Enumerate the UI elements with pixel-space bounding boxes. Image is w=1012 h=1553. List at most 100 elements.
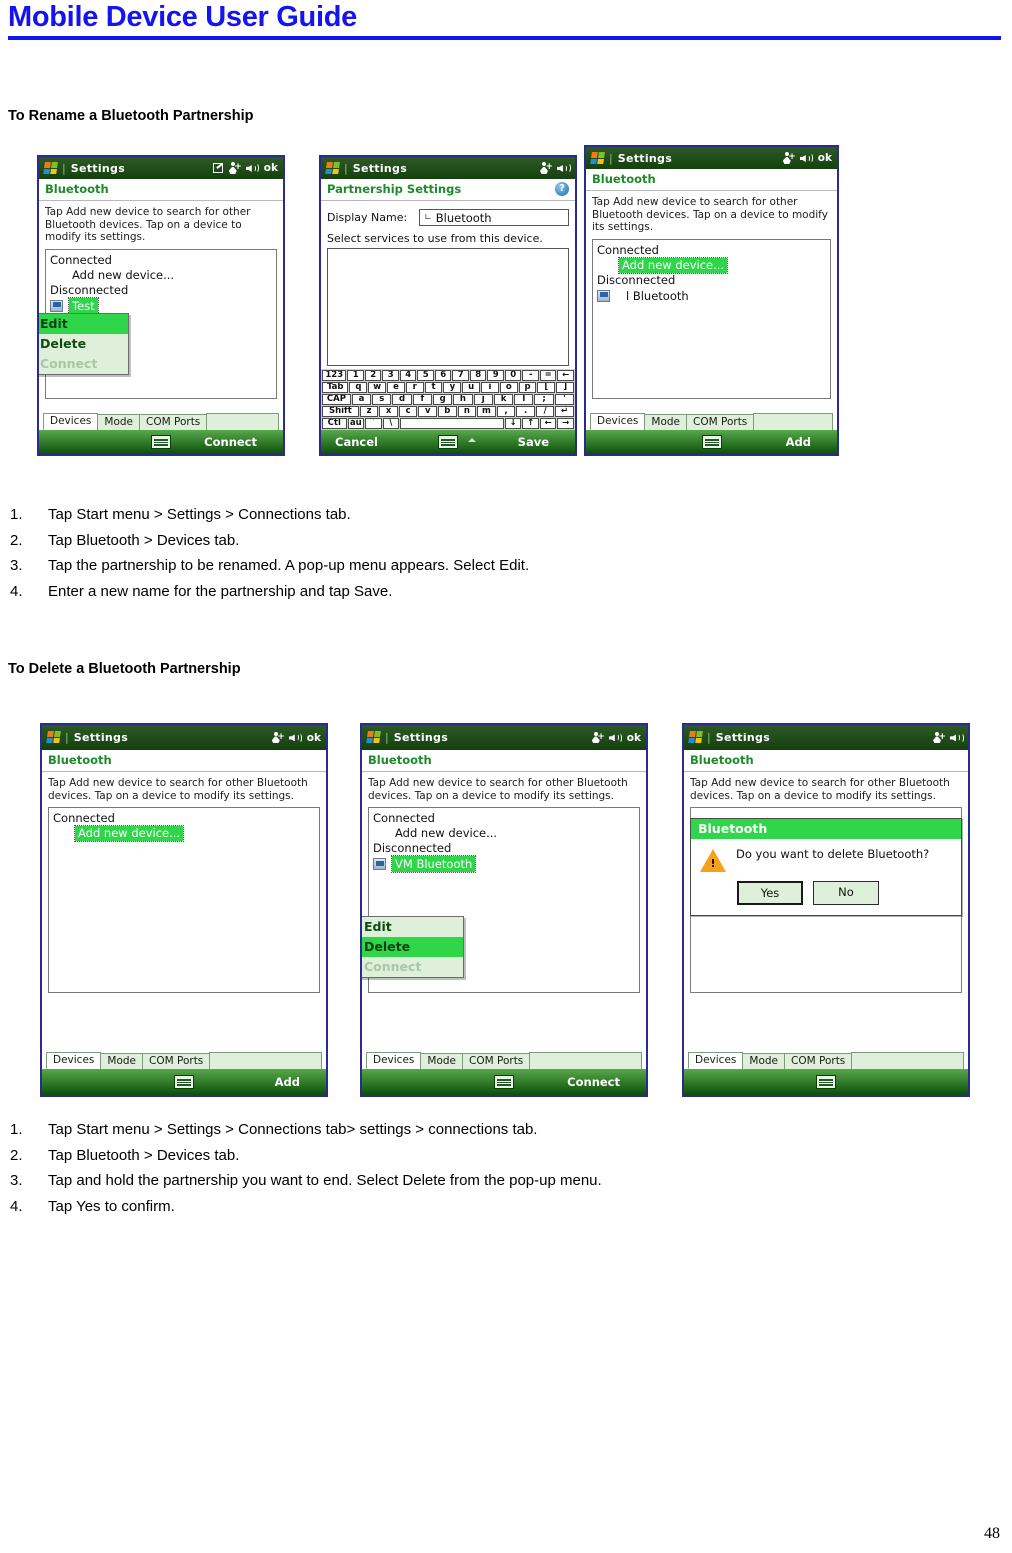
context-menu-item-delete[interactable]: Delete [362,937,463,958]
key-w[interactable]: w [368,382,387,394]
key-a[interactable]: a [351,394,372,406]
key-n[interactable]: n [457,406,477,418]
key-z[interactable]: z [359,406,379,418]
keyboard-sip-icon[interactable] [816,1075,836,1090]
key-y[interactable]: y [443,382,462,394]
list-item-add-new-device[interactable]: Add new device... [597,256,826,274]
context-menu-item-edit[interactable]: Edit [39,314,128,335]
list-item-device[interactable]: Test [50,296,272,315]
keyboard-sip-icon[interactable] [438,435,458,450]
context-menu-item-delete[interactable]: Delete [39,334,128,354]
key-r[interactable]: r [405,382,424,394]
keyboard-sip-icon[interactable] [494,1075,514,1090]
key-3[interactable]: 3 [382,370,399,382]
key-c[interactable]: c [398,406,418,418]
tab-com-ports[interactable]: COM Ports [139,413,208,431]
list-item-device[interactable]: VM Bluetooth [373,855,635,874]
key-i[interactable]: i [481,382,499,394]
sip-chevron-icon[interactable] [468,438,476,443]
key-e[interactable]: e [387,382,405,394]
start-menu-icon[interactable] [688,731,704,744]
key-sym[interactable]: - [522,370,539,382]
tab-mode[interactable]: Mode [420,1052,463,1070]
key-2[interactable]: 2 [364,370,382,382]
key-b[interactable]: b [438,406,457,418]
keyboard-sip-icon[interactable] [174,1075,194,1090]
softkey-connect[interactable]: Connect [204,435,283,449]
tab-com-ports[interactable]: COM Ports [686,413,755,431]
key-sym[interactable]: / [535,406,555,418]
volume-speaker-icon[interactable] [950,732,964,743]
key-s[interactable]: s [372,394,392,406]
key-sym[interactable]: , [496,406,516,418]
connectivity-icon[interactable]: + [591,731,605,744]
key-Tab[interactable]: Tab [322,382,349,394]
tab-mode[interactable]: Mode [97,413,140,431]
key-9[interactable]: 9 [487,370,504,382]
context-menu[interactable]: Edit Delete Connect [362,916,464,979]
key-sym[interactable]: ↓ [504,418,522,430]
no-button[interactable]: No [813,881,879,906]
key-x[interactable]: x [379,406,398,418]
display-name-input[interactable]: ∟ Bluetooth [419,209,569,227]
key-d[interactable]: d [392,394,412,406]
tab-bar[interactable]: Devices Mode COM Ports [39,412,283,431]
key-sym[interactable]: áü [347,418,365,430]
tab-com-ports[interactable]: COM Ports [784,1052,853,1070]
key-q[interactable]: q [349,382,368,394]
key-g[interactable]: g [432,394,453,406]
ok-button[interactable]: ok [627,732,641,744]
key-sym[interactable]: ↵ [555,406,574,418]
start-menu-icon[interactable] [46,731,62,744]
notes-edit-icon[interactable] [212,163,223,174]
softkey-add[interactable]: Add [275,1075,326,1089]
confirm-dialog[interactable]: Bluetooth Do you want to delete Bluetoot… [690,818,962,917]
key-CAP[interactable]: CAP [322,394,351,406]
volume-speaker-icon[interactable] [608,732,623,743]
key-1[interactable]: 1 [347,370,364,382]
key-Ctl[interactable]: Ctl [322,418,347,430]
yes-button[interactable]: Yes [737,881,803,906]
context-menu-item-edit[interactable]: Edit [362,917,463,937]
softkey-save[interactable]: Save [518,435,575,449]
tab-com-ports[interactable]: COM Ports [462,1052,531,1070]
key-123[interactable]: 123 [322,370,347,382]
key-sym[interactable]: → [557,418,574,430]
start-menu-icon[interactable] [325,161,341,175]
connectivity-icon[interactable]: + [932,731,946,744]
key-0[interactable]: 0 [504,370,522,382]
start-menu-icon[interactable] [366,731,382,744]
key-sym[interactable]: ← [539,418,557,430]
tab-bar[interactable]: Devices Mode COM Ports [362,1051,646,1070]
tab-com-ports[interactable]: COM Ports [142,1052,211,1070]
key-sym[interactable]: ] [556,382,575,394]
key-sym[interactable]: ; [534,394,554,406]
key-m[interactable]: m [477,406,496,418]
key-7[interactable]: 7 [452,370,469,382]
key-t[interactable]: t [424,382,443,394]
key-f[interactable]: f [412,394,432,406]
tab-bar[interactable]: Devices Mode COM Ports [684,1051,968,1070]
keyboard-sip-icon[interactable] [151,435,171,450]
connectivity-icon[interactable]: + [539,162,553,174]
tab-devices[interactable]: Devices [43,412,99,431]
key-sym[interactable]: = [539,370,557,382]
volume-speaker-icon[interactable] [799,153,814,164]
key-v[interactable]: v [418,406,438,418]
softkey-cancel[interactable]: Cancel [321,435,378,449]
tab-mode[interactable]: Mode [644,413,687,431]
connectivity-icon[interactable]: + [271,731,285,744]
softkey-connect[interactable]: Connect [567,1075,646,1089]
list-item-device[interactable]: l Bluetooth [597,288,826,304]
context-menu[interactable]: Edit Delete Connect [39,313,129,376]
key-Shift[interactable]: Shift [322,406,359,418]
tab-devices[interactable]: Devices [46,1051,102,1070]
key-sym[interactable]: . [516,406,535,418]
ok-button[interactable]: ok [818,152,832,164]
key-sym[interactable]: \ [382,418,400,430]
soft-keyboard[interactable]: 123 1 2 3 4 5 6 7 8 9 0- = ← Tab q w e r t y u i o p[] CAP a s d f… [321,369,575,433]
key-4[interactable]: 4 [399,370,417,382]
tab-mode[interactable]: Mode [742,1052,785,1070]
volume-speaker-icon[interactable] [288,732,303,743]
connectivity-icon[interactable]: + [228,162,242,174]
